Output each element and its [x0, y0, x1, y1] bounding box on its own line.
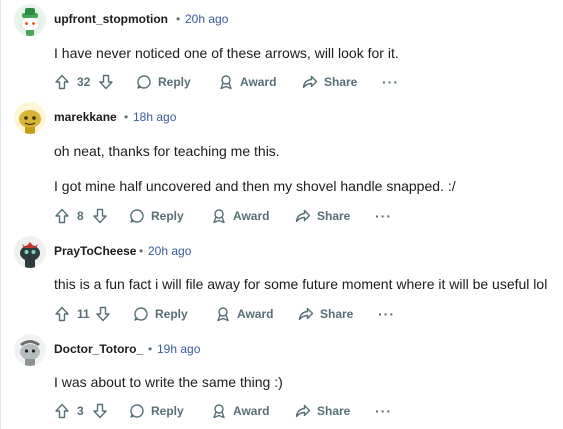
comment-bubble-icon [134, 307, 148, 321]
award-label: Award [240, 75, 277, 89]
comment-text: I got mine half uncovered and then my sh… [54, 178, 456, 194]
comment-text: oh neat, thanks for teaching me this. [54, 143, 280, 159]
share-button[interactable]: Share [302, 70, 357, 94]
share-label: Share [320, 307, 354, 321]
vote-count: 8 [77, 209, 84, 223]
reply-label: Reply [151, 209, 184, 223]
upvote-button[interactable] [54, 399, 70, 423]
award-label: Award [233, 404, 270, 418]
upvote-button[interactable] [54, 204, 70, 228]
downvote-arrow-icon [99, 74, 113, 90]
award-button[interactable]: Award [218, 70, 276, 94]
upvote-arrow-icon [55, 208, 69, 224]
separator-dot: • [176, 12, 181, 26]
share-arrow-icon [298, 307, 314, 321]
reply-label: Reply [155, 307, 188, 321]
share-button[interactable]: Share [295, 399, 350, 423]
share-label: Share [324, 75, 358, 89]
separator-dot: • [148, 342, 153, 356]
comment-text: I have never noticed one of these arrows… [54, 45, 399, 61]
downvote-button[interactable] [98, 70, 114, 94]
separator-dot: • [139, 244, 144, 258]
share-arrow-icon [295, 209, 311, 223]
comment-bubble-icon [137, 75, 151, 89]
separator-dot: • [124, 110, 129, 124]
comment-text: I was about to write the same thing :) [54, 374, 283, 390]
award-icon [220, 75, 232, 90]
more-options-button[interactable]: ··· [375, 204, 392, 228]
share-label: Share [317, 209, 351, 223]
upvote-button[interactable] [54, 70, 70, 94]
downvote-arrow-icon [93, 403, 107, 419]
snoo-grey-avatar-icon [14, 334, 46, 366]
award-button[interactable]: Award [211, 204, 269, 228]
username[interactable]: marekkane [54, 110, 117, 124]
share-button[interactable]: Share [298, 302, 353, 326]
upvote-arrow-icon [55, 306, 69, 322]
reply-label: Reply [158, 75, 191, 89]
avatar[interactable] [14, 334, 46, 366]
comment-bubble-icon [130, 209, 144, 223]
avatar[interactable] [14, 4, 46, 36]
vote-count: 3 [77, 404, 84, 418]
upvote-button[interactable] [54, 302, 70, 326]
avatar[interactable] [14, 236, 46, 268]
more-options-button[interactable]: ··· [378, 302, 395, 326]
downvote-arrow-icon [96, 306, 110, 322]
snoo-green-hat-avatar-icon [14, 4, 46, 36]
reply-button[interactable]: Reply [129, 204, 184, 228]
comment-text: this is a fun fact i will file away for … [54, 276, 548, 292]
share-button[interactable]: Share [295, 204, 350, 228]
award-icon [213, 209, 225, 224]
thread-line [0, 0, 1, 429]
award-button[interactable]: Award [211, 399, 269, 423]
vote-count: 11 [77, 307, 90, 321]
award-button[interactable]: Award [215, 302, 273, 326]
snoo-yellow-avatar-icon [14, 102, 46, 134]
timestamp[interactable]: 20h ago [185, 12, 228, 26]
downvote-button[interactable] [92, 204, 108, 228]
share-arrow-icon [295, 404, 311, 418]
downvote-arrow-icon [93, 208, 107, 224]
timestamp[interactable]: 20h ago [148, 244, 191, 258]
share-arrow-icon [302, 75, 318, 89]
timestamp[interactable]: 19h ago [157, 342, 200, 356]
reply-button[interactable]: Reply [129, 399, 184, 423]
username[interactable]: PrayToCheese [54, 244, 136, 258]
downvote-button[interactable] [95, 302, 111, 326]
snoo-dark-avatar-icon [14, 236, 46, 268]
reply-button[interactable]: Reply [136, 70, 191, 94]
more-options-button[interactable]: ··· [382, 70, 399, 94]
more-options-button[interactable]: ··· [375, 399, 392, 423]
avatar[interactable] [14, 102, 46, 134]
upvote-arrow-icon [55, 74, 69, 90]
award-icon [213, 404, 225, 419]
username[interactable]: upfront_stopmotion [54, 12, 168, 26]
comment-bubble-icon [130, 404, 144, 418]
award-icon [217, 307, 229, 322]
username[interactable]: Doctor_Totoro_ [54, 342, 143, 356]
share-label: Share [317, 404, 351, 418]
award-label: Award [237, 307, 274, 321]
vote-count: 32 [77, 75, 91, 89]
award-label: Award [233, 209, 270, 223]
upvote-arrow-icon [55, 403, 69, 419]
reply-label: Reply [151, 404, 184, 418]
downvote-button[interactable] [92, 399, 108, 423]
reply-button[interactable]: Reply [133, 302, 188, 326]
timestamp[interactable]: 18h ago [133, 110, 176, 124]
